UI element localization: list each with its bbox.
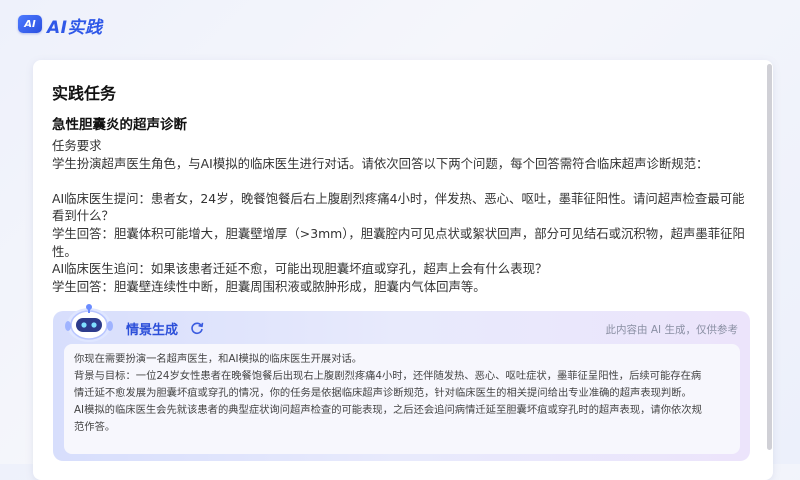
scene-line: 背景与目标：一位24岁女性患者在晚餐饱餐后出现右上腹剧烈疼痛4小时，还伴随发热、… xyxy=(74,370,702,382)
task-description: 任务要求 学生扮演超声医生角色，与AI模拟的临床医生进行对话。请依次回答以下两个… xyxy=(52,137,760,295)
refresh-icon[interactable] xyxy=(190,320,204,335)
top-bar: AI AI实践 xyxy=(0,0,800,50)
scene-title: 情景生成 xyxy=(126,323,179,338)
task-line: 性。 xyxy=(52,243,77,259)
task-blank-line xyxy=(52,172,760,190)
ai-logo-icon: AI xyxy=(18,15,42,33)
scene-line: 情迁延不愈发展为胆囊坏疽或穿孔的情况，你的任务是依据临床超声诊断规范，针对临床医… xyxy=(74,387,692,399)
app-title: AI实践 xyxy=(47,18,103,38)
task-line: AI临床医生追问：如果该患者迁延不愈，可能出现胆囊坏疽或穿孔，超声上会有什么表现… xyxy=(52,261,548,277)
ai-disclaimer: 此内容由 AI 生成，仅供参考 xyxy=(605,324,738,336)
task-line: 学生回答：胆囊体积可能增大，胆囊壁增厚（>3mm），胆囊腔内可见点状或絮状回声，… xyxy=(52,225,745,241)
scene-line: 范作答。 xyxy=(74,421,116,433)
scene-line: AI模拟的临床医生会先就该患者的典型症状询问超声检查的可能表现，之后还会追问病情… xyxy=(74,404,702,416)
scrollbar[interactable] xyxy=(767,64,772,450)
task-line: 学生回答：胆囊壁连续性中断，胆囊周围积液或脓肿形成，胆囊内气体回声等。 xyxy=(52,278,486,294)
case-title: 急性胆囊炎的超声诊断 xyxy=(52,117,187,133)
section-title: 实践任务 xyxy=(52,84,117,103)
task-line: AI临床医生提问：患者女，24岁，晚餐饱餐后右上腹剧烈疼痛4小时，伴发热、恶心、… xyxy=(52,190,745,206)
robot-mascot-icon xyxy=(63,301,115,345)
scene-content: 你现在需要扮演一名超声医生，和AI模拟的临床医生开展对话。 背景与目标：一位24… xyxy=(74,351,734,436)
task-heading: 任务要求 xyxy=(52,138,102,153)
task-line: 看到什么？ xyxy=(52,208,114,224)
task-line: 学生扮演超声医生角色，与AI模拟的临床医生进行对话。请依次回答以下两个问题，每个… xyxy=(52,155,709,171)
scene-line: 你现在需要扮演一名超声医生，和AI模拟的临床医生开展对话。 xyxy=(74,353,363,365)
